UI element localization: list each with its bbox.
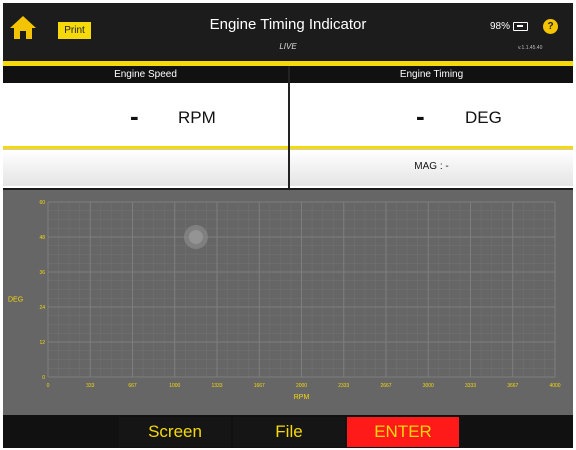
engine-timing-value: - xyxy=(416,101,425,131)
mag-readout: MAG : - xyxy=(290,149,573,186)
engine-timing-panel: Engine Timing - DEG MAG : - xyxy=(290,66,573,188)
version-label: v.1.1.45.40 xyxy=(518,45,543,51)
position-marker-core xyxy=(188,230,203,244)
engine-speed-reading: - RPM xyxy=(3,83,288,146)
x-tick-label: 4000 xyxy=(549,383,560,389)
engine-timing-unit: DEG xyxy=(465,108,502,127)
x-tick-label: 3667 xyxy=(507,383,518,389)
x-tick-label: 1333 xyxy=(211,383,222,389)
page-title: Engine Timing Indicator xyxy=(209,16,367,33)
mode-label: LIVE xyxy=(279,42,297,51)
y-tick-label: 24 xyxy=(39,305,45,311)
x-axis-label: RPM xyxy=(294,394,310,401)
x-tick-label: 1000 xyxy=(169,383,180,389)
y-tick-label: 48 xyxy=(39,235,45,241)
x-tick-label: 2667 xyxy=(380,383,391,389)
x-tick-label: 2000 xyxy=(296,383,307,389)
x-tick-label: 333 xyxy=(86,383,95,389)
file-button[interactable]: File xyxy=(233,417,345,447)
screen-button[interactable]: Screen xyxy=(119,417,231,447)
engine-speed-label: Engine Speed xyxy=(3,66,288,83)
x-tick-label: 1667 xyxy=(254,383,265,389)
battery-icon xyxy=(513,22,528,31)
engine-speed-panel: Engine Speed - RPM xyxy=(3,66,288,188)
x-tick-label: 0 xyxy=(47,383,50,389)
bottom-toolbar: Screen File ENTER xyxy=(3,415,573,448)
x-tick-label: 3333 xyxy=(465,383,476,389)
chart-plot: 0 333 667 1000 1333 1667 2000 2333 2667 3000 3333 3… xyxy=(8,200,561,401)
engine-timing-label: Engine Timing xyxy=(290,66,573,83)
app-window: Print Engine Timing Indicator LIVE 98% ?… xyxy=(3,3,573,448)
battery-percent: 98% xyxy=(490,21,511,32)
engine-speed-footer xyxy=(3,149,288,186)
help-button[interactable]: ? xyxy=(543,19,558,34)
engine-speed-unit: RPM xyxy=(178,108,216,127)
engine-speed-value: - xyxy=(130,101,139,131)
x-tick-label: 667 xyxy=(128,383,137,389)
y-axis-label: DEG xyxy=(8,297,23,304)
engine-timing-reading: - DEG xyxy=(290,83,573,146)
y-tick-label: 12 xyxy=(39,340,45,346)
y-tick-label: 36 xyxy=(39,270,45,276)
header-bar: Print Engine Timing Indicator LIVE 98% ?… xyxy=(3,3,573,61)
x-tick-label: 3000 xyxy=(423,383,434,389)
x-tick-label: 2333 xyxy=(338,383,349,389)
y-tick-label: 60 xyxy=(39,200,45,206)
enter-button[interactable]: ENTER xyxy=(347,417,459,447)
timing-chart: 0 333 667 1000 1333 1667 2000 2333 2667 3000 3333 3… xyxy=(3,190,573,415)
y-tick-label: 0 xyxy=(42,375,45,381)
